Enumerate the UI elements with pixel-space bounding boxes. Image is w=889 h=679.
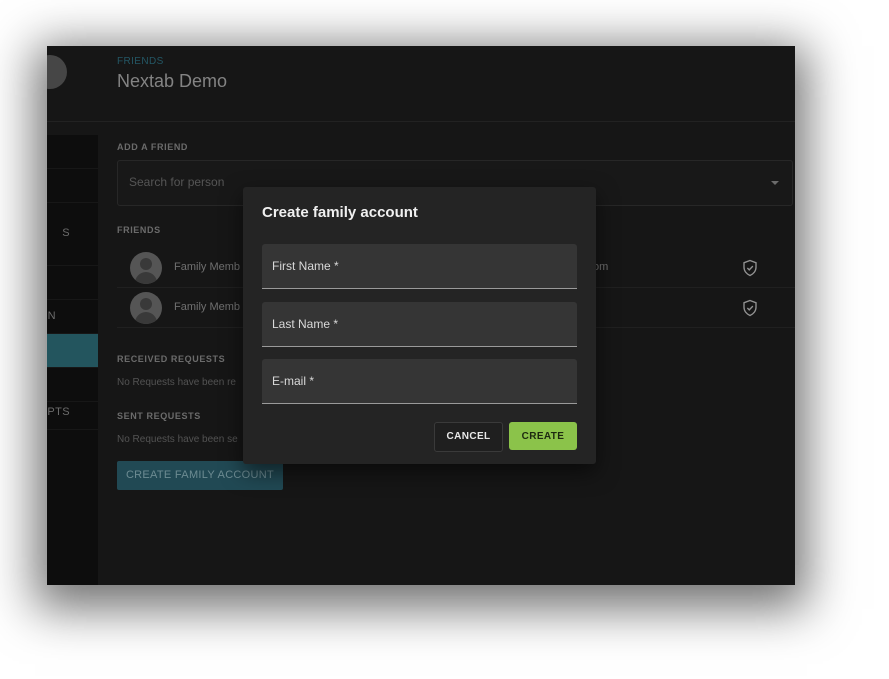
first-name-field[interactable]: First Name * <box>262 244 577 289</box>
app-window: FRIENDS Nextab Demo S ON PTS ADD A FRIEN… <box>47 46 795 585</box>
email-label: E-mail * <box>272 374 315 388</box>
create-button[interactable]: CREATE <box>509 422 577 450</box>
dialog-title: Create family account <box>262 204 418 221</box>
last-name-field[interactable]: Last Name * <box>262 302 577 347</box>
create-family-account-dialog: Create family account First Name * Last … <box>243 187 596 464</box>
cancel-button[interactable]: CANCEL <box>434 422 503 452</box>
email-field[interactable]: E-mail * <box>262 359 577 404</box>
first-name-label: First Name * <box>272 259 339 273</box>
last-name-label: Last Name * <box>272 317 339 331</box>
